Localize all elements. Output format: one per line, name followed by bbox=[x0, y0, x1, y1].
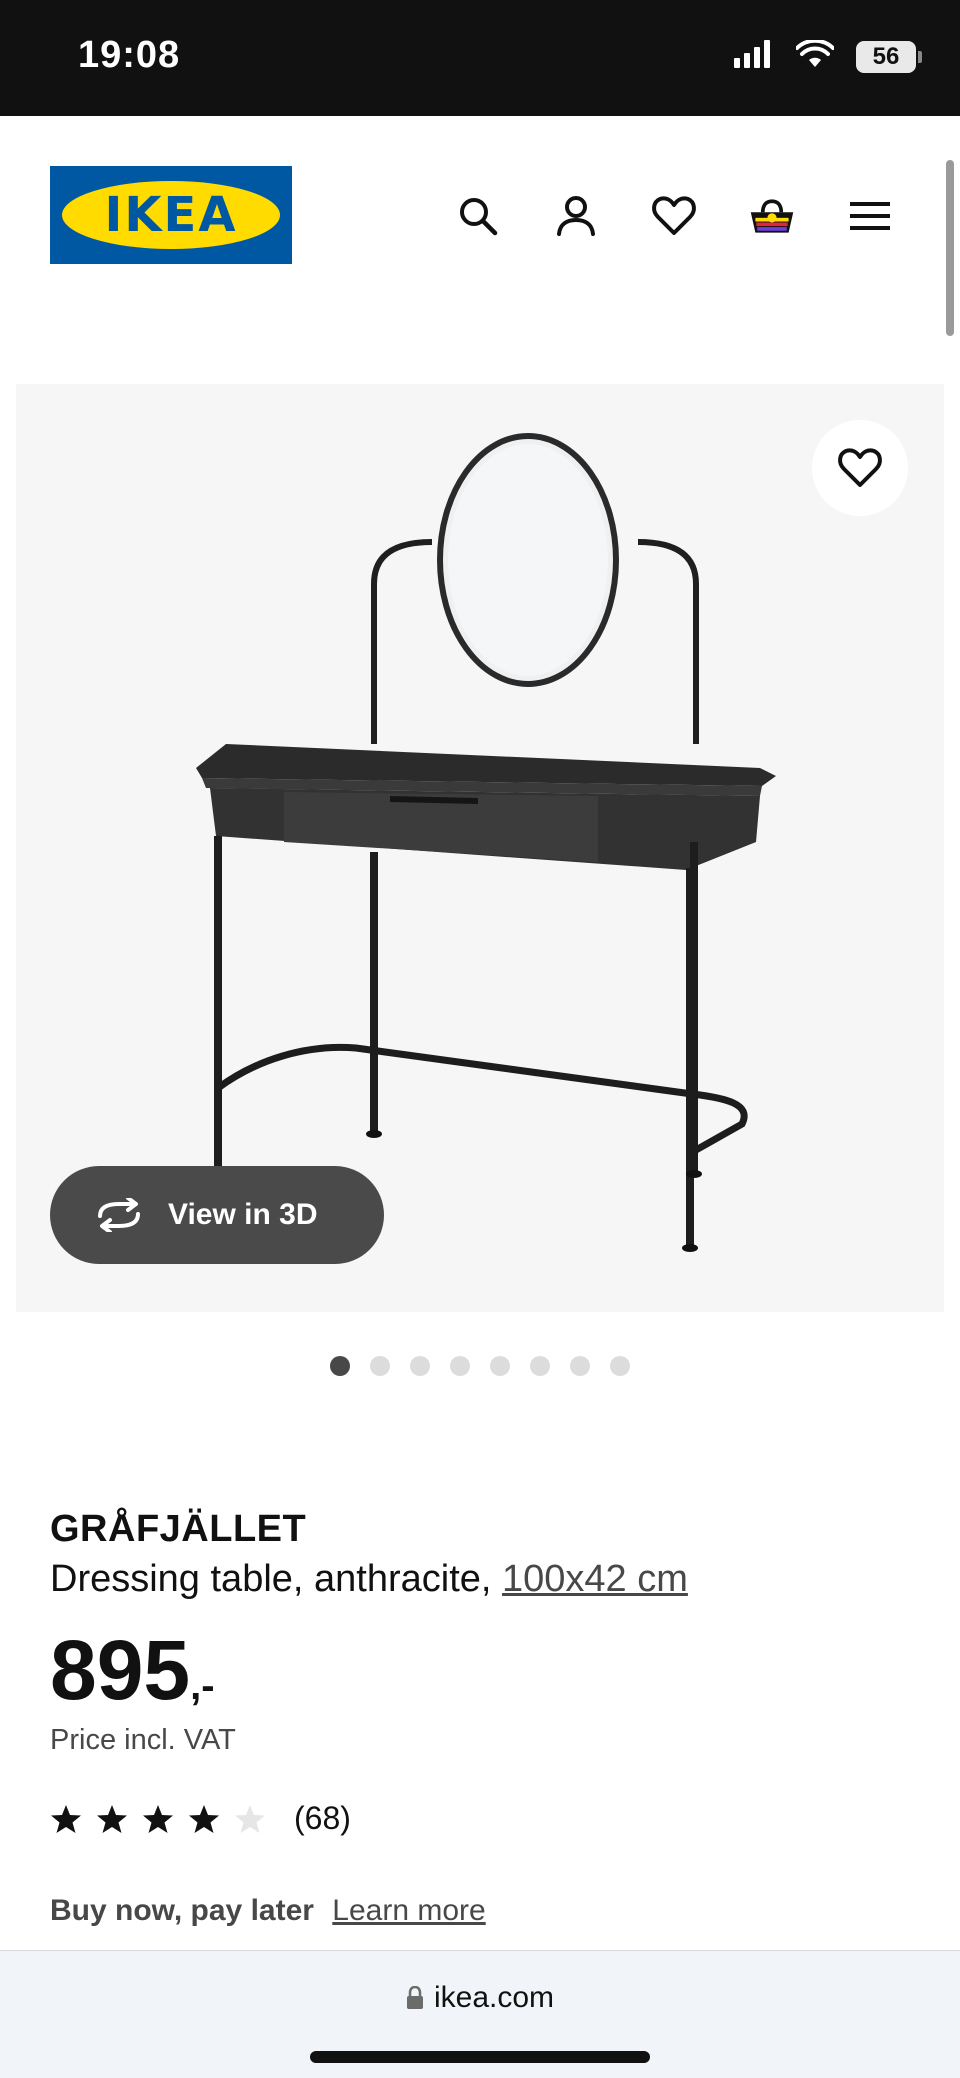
url-display[interactable]: ikea.com bbox=[0, 1981, 960, 2015]
bnpl-label: Buy now, pay later bbox=[50, 1894, 314, 1927]
carousel-dot[interactable] bbox=[450, 1356, 470, 1376]
carousel-dot[interactable] bbox=[410, 1356, 430, 1376]
header-actions bbox=[454, 192, 894, 240]
product-description: Dressing table, anthracite, 100x42 cm bbox=[50, 1558, 688, 1601]
ikea-logo[interactable]: IKEA bbox=[50, 166, 292, 264]
vat-note: Price incl. VAT bbox=[50, 1724, 236, 1756]
carousel-dot[interactable] bbox=[490, 1356, 510, 1376]
review-count: (68) bbox=[294, 1800, 351, 1836]
favorite-button[interactable] bbox=[812, 420, 908, 516]
wifi-icon bbox=[795, 38, 835, 73]
price-suffix: ,- bbox=[190, 1664, 215, 1708]
product-type: Dressing table, anthracite, bbox=[50, 1558, 492, 1600]
carousel-dot[interactable] bbox=[610, 1356, 630, 1376]
rotate-3d-icon bbox=[98, 1198, 140, 1232]
carousel-dot[interactable] bbox=[330, 1356, 350, 1376]
view-in-3d-button[interactable]: View in 3D bbox=[50, 1166, 384, 1264]
browser-address-bar[interactable]: ikea.com bbox=[0, 1950, 960, 2078]
product-rating[interactable]: (68) bbox=[50, 1800, 351, 1837]
star-icon bbox=[143, 1804, 173, 1833]
lock-icon bbox=[406, 1986, 423, 2009]
carousel-dots bbox=[0, 1356, 960, 1376]
wishlist-heart-icon[interactable] bbox=[650, 192, 698, 240]
star-icon bbox=[51, 1804, 81, 1833]
carousel-dot[interactable] bbox=[370, 1356, 390, 1376]
site-header: IKEA bbox=[0, 116, 960, 316]
buy-now-pay-later: Buy now, pay later Learn more bbox=[50, 1894, 486, 1928]
status-icons: 56 bbox=[734, 38, 922, 73]
star-empty-icon bbox=[235, 1804, 265, 1833]
view-in-3d-label: View in 3D bbox=[168, 1198, 318, 1231]
product-image-carousel[interactable]: View in 3D bbox=[16, 384, 944, 1312]
product-price: 895,- bbox=[50, 1622, 215, 1719]
star-icon bbox=[189, 1804, 219, 1833]
menu-icon[interactable] bbox=[846, 192, 894, 240]
logo-text: IKEA bbox=[62, 181, 280, 249]
signal-icon bbox=[734, 40, 774, 73]
shopping-basket-icon[interactable] bbox=[748, 192, 796, 240]
home-indicator[interactable] bbox=[310, 2051, 650, 2063]
product-name: GRÅFJÄLLET bbox=[50, 1508, 307, 1550]
battery-indicator: 56 bbox=[856, 40, 922, 73]
carousel-dot[interactable] bbox=[530, 1356, 550, 1376]
url-text: ikea.com bbox=[433, 1981, 555, 2014]
price-value: 895 bbox=[50, 1623, 191, 1717]
status-bar: 19:08 56 bbox=[0, 0, 960, 116]
product-dimensions-link[interactable]: 100x42 cm bbox=[502, 1558, 688, 1600]
search-icon[interactable] bbox=[454, 192, 502, 240]
heart-icon bbox=[838, 448, 882, 487]
carousel-dot[interactable] bbox=[570, 1356, 590, 1376]
learn-more-link[interactable]: Learn more bbox=[332, 1894, 485, 1927]
account-icon[interactable] bbox=[552, 192, 600, 240]
page-scrollbar[interactable] bbox=[946, 160, 954, 336]
status-time: 19:08 bbox=[78, 34, 181, 76]
star-icon bbox=[97, 1804, 127, 1833]
